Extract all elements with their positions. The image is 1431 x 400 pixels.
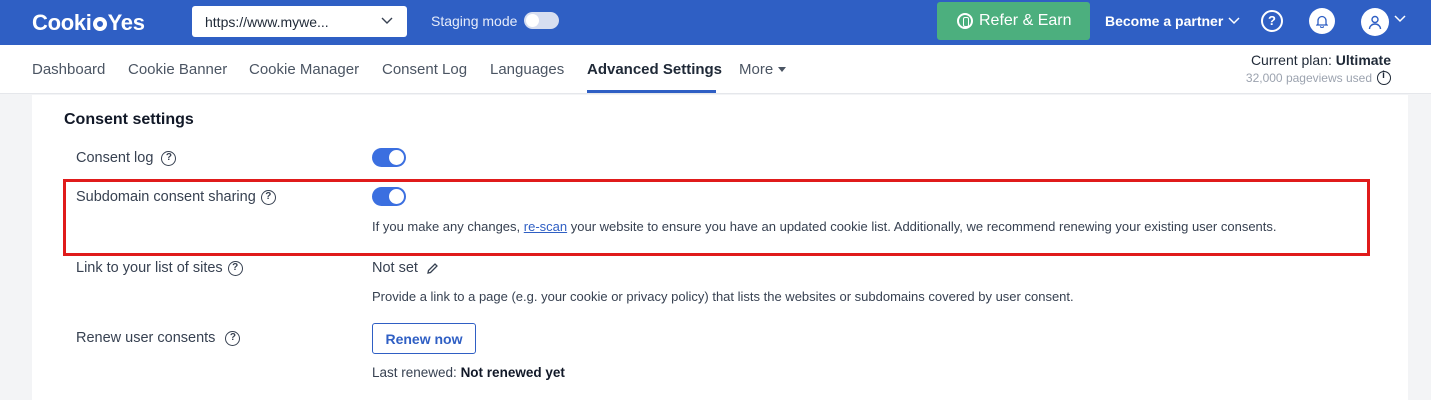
sites-label: Link to your list of sites [76,260,223,276]
chevron-down-icon [1228,17,1240,25]
staging-mode-toggle[interactable] [524,12,559,29]
section-title: Consent settings [64,111,194,128]
pageviews-usage: 32,000 pageviews used [1245,70,1391,85]
help-icon[interactable]: ? [161,150,177,166]
logo[interactable]: Cooki Yes [32,9,145,37]
last-renewed: Last renewed: Not renewed yet [372,365,565,380]
nav-dashboard[interactable]: Dashboard [32,61,105,78]
sites-row-label: Link to your list of sites ? [76,260,243,276]
renew-row-label: Renew user consents ? [76,330,241,346]
sites-description: Provide a link to a page (e.g. your cook… [372,289,1074,304]
subdomain-row-label: Subdomain consent sharing ? [76,189,276,205]
subdomain-sharing-toggle[interactable] [372,187,406,206]
nav-cookie-banner[interactable]: Cookie Banner [128,61,227,78]
nav-more-label: More [739,61,774,78]
top-bar: Cooki Yes https://www.mywe... Staging mod… [0,0,1431,45]
user-menu-button[interactable] [1361,8,1389,36]
become-partner-menu[interactable]: Become a partner [1105,13,1240,29]
rescan-link[interactable]: re-scan [524,219,567,234]
sites-value-text: Not set [372,260,418,276]
pencil-icon[interactable] [426,262,439,275]
bell-icon [1316,15,1328,28]
consent-log-label: Consent log [76,150,154,166]
help-icon[interactable]: ? [1261,10,1283,32]
nav-cookie-manager[interactable]: Cookie Manager [249,61,359,78]
renew-now-button[interactable]: Renew now [372,323,476,354]
last-renewed-label: Last renewed: [372,365,461,380]
desc-text-start: If you make any changes, [372,219,524,234]
help-icon[interactable]: ? [227,260,243,276]
site-url: https://www.mywe... [205,13,329,30]
chevron-down-icon[interactable] [1394,15,1406,23]
subdomain-label: Subdomain consent sharing [76,189,256,205]
chevron-down-icon [381,17,393,24]
consent-settings-card: Consent settings Consent log ? Subdomain… [32,95,1408,400]
last-renewed-value: Not renewed yet [460,365,565,380]
current-plan: Current plan: Ultimate [1251,52,1391,68]
info-icon[interactable] [1377,70,1391,85]
staging-mode-label: Staging mode [431,13,518,29]
refer-earn-button[interactable]: Refer & Earn [937,2,1090,40]
help-icon[interactable]: ? [225,330,241,346]
plan-name: Ultimate [1335,52,1391,68]
plan-prefix: Current plan: [1250,52,1336,68]
refer-label: Refer & Earn [979,12,1072,29]
partner-label: Become a partner [1105,13,1224,29]
help-icon[interactable]: ? [260,189,276,205]
coin-icon [957,13,973,29]
logo-text-end: Yes [107,10,145,35]
user-icon [1368,15,1382,29]
nav-advanced-settings[interactable]: Advanced Settings [587,61,722,78]
logo-eye-icon [92,17,107,31]
desc-text-end: your website to ensure you have an updat… [567,219,1277,234]
nav-consent-log[interactable]: Consent Log [382,61,467,78]
site-selector[interactable]: https://www.mywe... [192,6,407,37]
consent-log-row-label: Consent log ? [76,150,177,166]
consent-log-toggle[interactable] [372,148,406,167]
nav-languages[interactable]: Languages [490,61,564,78]
sites-value: Not set [372,260,439,276]
caret-down-icon [778,67,787,72]
subdomain-description: If you make any changes, re-scan your we… [372,219,1277,234]
active-tab-indicator [587,90,716,93]
logo-text-start: Cooki [32,10,92,35]
main-nav: Dashboard Cookie Banner Cookie Manager C… [0,45,1431,94]
notifications-button[interactable] [1309,8,1335,34]
renew-label: Renew user consents [76,330,216,346]
nav-more[interactable]: More [739,61,787,78]
usage-text: 32,000 pageviews used [1245,71,1372,85]
